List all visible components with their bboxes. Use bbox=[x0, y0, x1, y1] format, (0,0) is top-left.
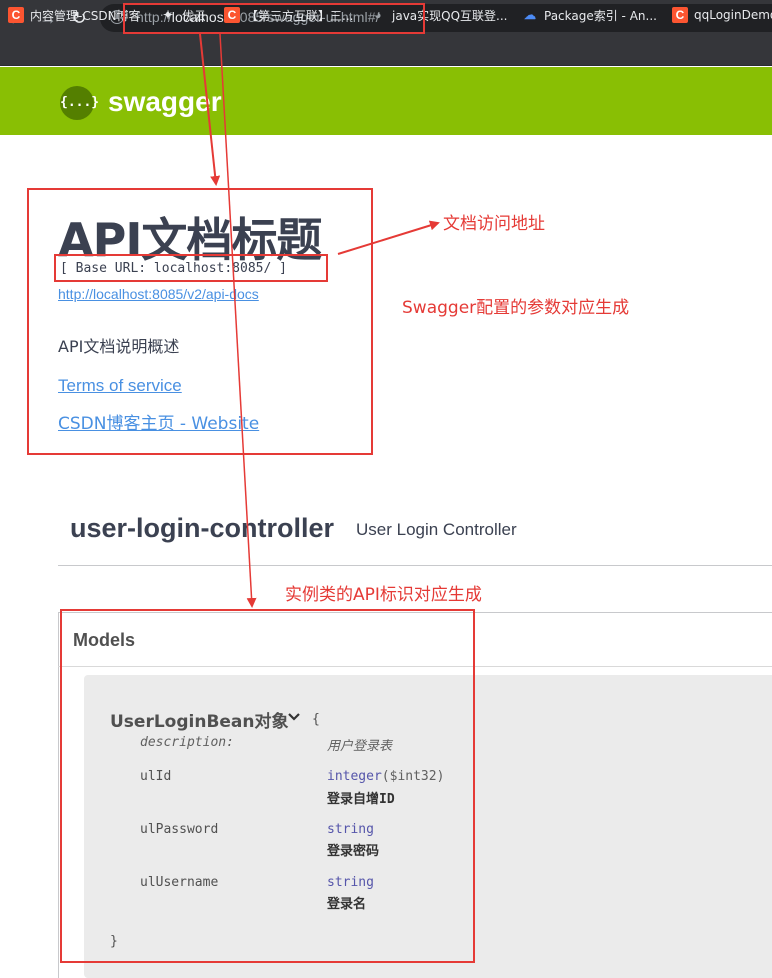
bookmark-item[interactable]: CqqLoginDemo bbox=[672, 5, 772, 25]
annotation-box-info bbox=[27, 188, 373, 455]
tag-name[interactable]: user-login-controller bbox=[70, 513, 334, 544]
csdn-icon: C bbox=[672, 7, 688, 23]
bookmark-item[interactable]: C 内容管理-CSDN博客 bbox=[8, 5, 141, 25]
annotation-box-models bbox=[60, 609, 475, 963]
bookmark-item[interactable]: ☁ Package索引 - An... bbox=[522, 5, 657, 25]
bookmarks-bar bbox=[0, 36, 772, 66]
annotation-box-url bbox=[123, 3, 425, 34]
cloud-icon: ☁ bbox=[524, 8, 536, 22]
annotation-box-base-url bbox=[54, 254, 328, 282]
annotation-swagger-params: Swagger配置的参数对应生成 bbox=[402, 298, 630, 318]
divider bbox=[58, 565, 772, 566]
bookmark-label: qqLoginDemo bbox=[694, 8, 772, 22]
bookmark-label: Package索引 - An... bbox=[544, 8, 657, 23]
tag-description: User Login Controller bbox=[356, 520, 517, 539]
csdn-icon: C bbox=[8, 7, 24, 23]
swagger-logo-icon[interactable]: {...} bbox=[60, 86, 99, 120]
annotation-api-marks: 实例类的API标识对应生成 bbox=[285, 585, 482, 605]
annotation-doc-url: 文档访问地址 bbox=[443, 214, 545, 234]
swagger-brand[interactable]: swagger bbox=[108, 86, 222, 118]
